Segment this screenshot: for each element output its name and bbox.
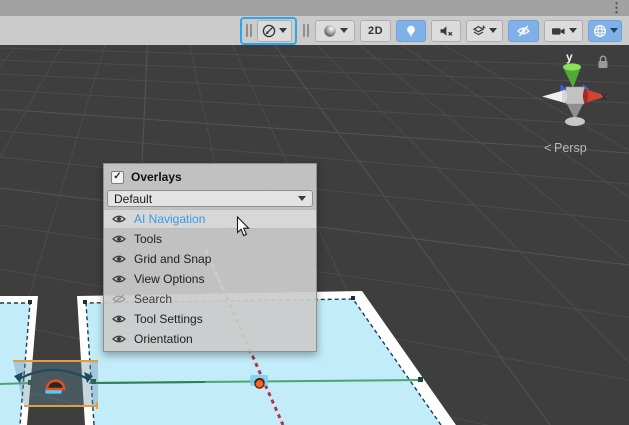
dropdown-arrow-icon — [298, 196, 306, 201]
scene-lighting-button[interactable] — [396, 20, 426, 42]
speaker-muted-icon — [439, 24, 454, 38]
eye-icon[interactable] — [112, 314, 126, 324]
overlays-menu-list: AI Navigation Tools Grid and Snap View O… — [104, 209, 316, 349]
overlay-item-grid-and-snap[interactable]: Grid and Snap — [104, 249, 316, 269]
dropdown-arrow-icon — [340, 28, 348, 33]
effects-button[interactable] — [466, 20, 503, 42]
projection-label[interactable]: Persp — [554, 141, 587, 155]
gizmos-dropdown-button[interactable] — [607, 20, 622, 42]
eye-icon[interactable] — [112, 234, 126, 244]
mouse-cursor — [236, 216, 251, 238]
overlay-item-orientation[interactable]: Orientation — [104, 329, 316, 349]
overlay-item-tools[interactable]: Tools — [104, 229, 316, 249]
overlay-item-ai-navigation[interactable]: AI Navigation — [104, 209, 316, 229]
audio-mute-button[interactable] — [431, 20, 461, 42]
gizmo-center-cube[interactable] — [566, 87, 584, 104]
dropdown-arrow-icon — [279, 28, 287, 33]
overlay-item-search[interactable]: Search — [104, 289, 316, 309]
overlay-preset-dropdown[interactable]: Default — [107, 190, 313, 207]
compass-pen-icon — [262, 24, 276, 38]
overlay-item-label: Search — [134, 292, 172, 306]
overlay-item-label: Grid and Snap — [134, 252, 211, 266]
draw-mode-button[interactable] — [315, 20, 355, 42]
overlays-popup-menu: ✓ Overlays Default AI Navigation Tools — [103, 163, 317, 352]
layers-sparkle-icon — [472, 24, 486, 38]
eye-slash-icon — [516, 24, 531, 38]
persp-toggle-icon[interactable]: < — [544, 140, 552, 155]
eye-icon[interactable] — [112, 254, 126, 264]
dropdown-arrow-icon — [569, 28, 577, 33]
shaded-sphere-icon — [323, 24, 337, 38]
toolbar-drag-handle[interactable] — [245, 24, 253, 37]
2d-mode-button[interactable]: 2D — [360, 20, 391, 42]
overlay-item-label: Orientation — [134, 332, 193, 346]
pane-menu-icon[interactable]: ⋮ — [610, 0, 623, 16]
gizmo-x-axis-label: x — [601, 91, 608, 103]
overlay-item-label: Tool Settings — [134, 312, 203, 326]
gizmo-sphere-icon — [593, 24, 607, 38]
eye-icon[interactable] — [112, 214, 126, 224]
eye-icon[interactable] — [112, 334, 126, 344]
2d-mode-label: 2D — [368, 25, 383, 37]
scene-visibility-button[interactable] — [508, 20, 539, 42]
eye-slash-icon[interactable] — [112, 294, 126, 304]
camera-icon — [551, 24, 566, 38]
overlays-menu-title: Overlays — [131, 170, 182, 184]
overlay-item-tool-settings[interactable]: Tool Settings — [104, 309, 316, 329]
overlay-visibility-button[interactable] — [257, 20, 292, 42]
overlay-item-label: View Options — [134, 272, 204, 286]
overlay-item-label: AI Navigation — [134, 212, 205, 226]
light-bulb-icon — [404, 24, 418, 38]
overlay-preset-value: Default — [114, 192, 152, 206]
unity-scene-view[interactable]: y — [0, 0, 629, 425]
eye-icon[interactable] — [112, 274, 126, 284]
scene-toolbar: 2D — [0, 16, 629, 45]
overlays-menu-header: ✓ Overlays — [104, 164, 316, 190]
overlays-enabled-checkbox[interactable]: ✓ — [111, 171, 124, 184]
overlay-item-label: Tools — [134, 232, 162, 246]
toolbar-drag-handle[interactable] — [302, 24, 310, 37]
gizmo-y-axis-label: y — [566, 50, 573, 64]
dropdown-arrow-icon — [489, 28, 497, 33]
scene-tab-strip: ⋮ — [0, 0, 629, 16]
dropdown-arrow-icon — [610, 28, 618, 33]
camera-settings-button[interactable] — [544, 20, 583, 42]
overlay-visibility-group — [240, 17, 297, 45]
overlay-item-view-options[interactable]: View Options — [104, 269, 316, 289]
